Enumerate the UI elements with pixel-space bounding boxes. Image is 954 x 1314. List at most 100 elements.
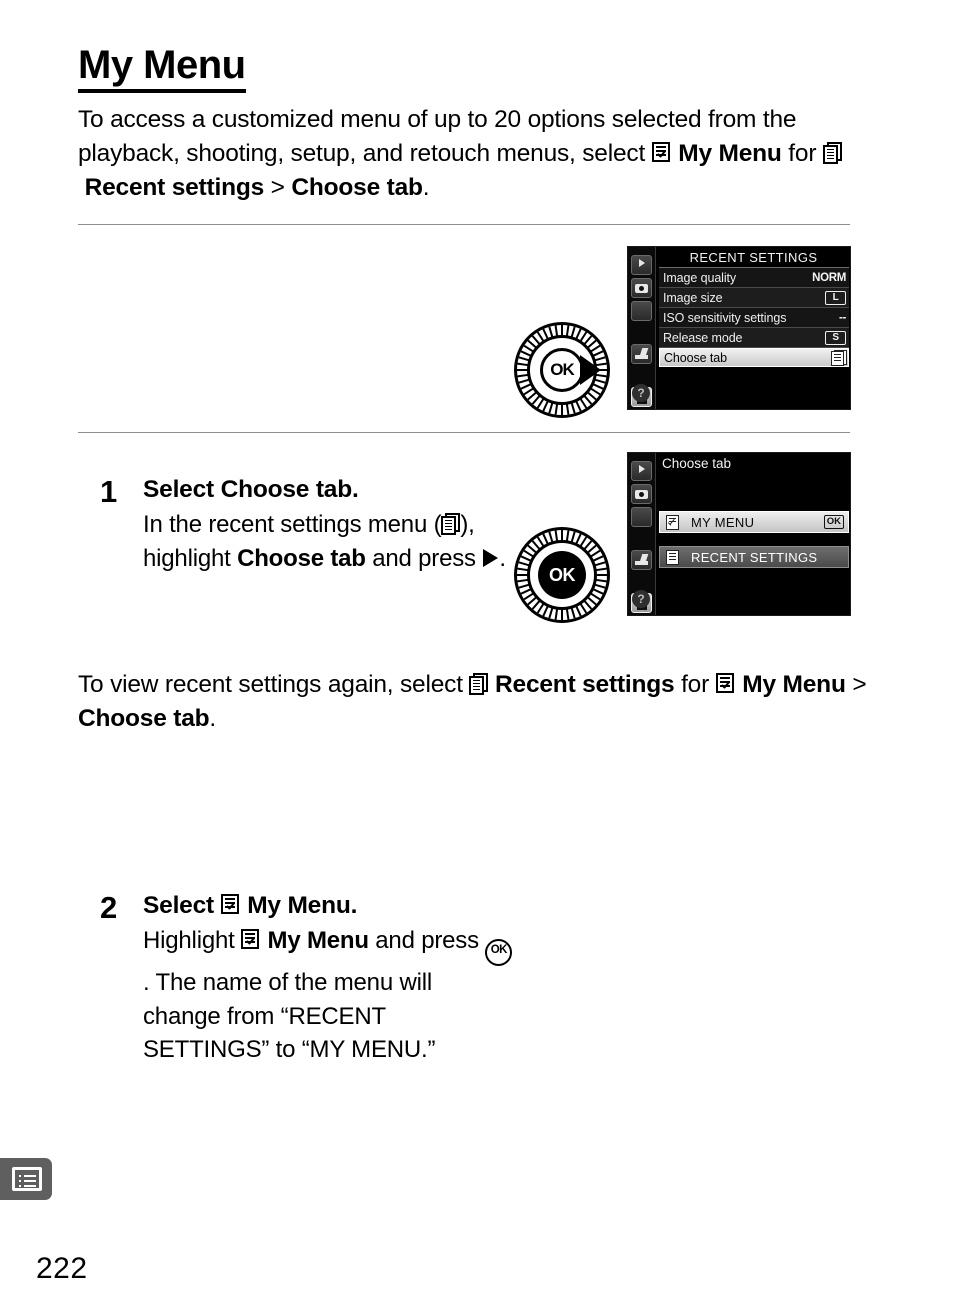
recent-settings-icon <box>823 142 842 164</box>
lcd-sidebar-item-shooting[interactable] <box>631 484 652 504</box>
lcd-sidebar-item-playback[interactable] <box>631 461 652 481</box>
ok-button-icon: OK <box>485 939 512 966</box>
right-arrow-icon <box>483 549 498 567</box>
dial-ok-center: OK <box>540 348 584 392</box>
lcd-sidebar-item-retouch[interactable] <box>631 344 652 364</box>
intro-text-2: for <box>782 140 823 167</box>
page-title-wrap: My Menu <box>78 44 858 93</box>
lcd-menu-row-label: ISO sensitivity settings <box>659 311 786 325</box>
help-icon[interactable]: ? <box>632 384 650 402</box>
outro-bold-choose-tab: Choose tab <box>78 705 209 732</box>
step-2-text-1: Highlight <box>143 927 241 954</box>
step-1-text: In the recent settings menu (), highligh… <box>143 508 513 575</box>
step-1-text-4: . <box>499 545 505 572</box>
intro-bold-recent-settings: Recent settings <box>85 174 264 201</box>
my-menu-icon <box>716 673 736 695</box>
lcd-menu-row-label: Image size <box>659 291 722 305</box>
lcd-choose-tab-list: MY MENU OK RECENT SETTINGS <box>659 511 849 581</box>
step-1-text-3: and press <box>366 545 483 572</box>
outro-paragraph: To view recent settings again, select Re… <box>78 668 868 736</box>
intro-paragraph: To access a customized menu of up to 20 … <box>78 103 853 205</box>
lcd-sidebar-item-shooting[interactable] <box>631 278 652 298</box>
step-2-heading-bold: My Menu. <box>247 892 357 919</box>
intro-text-4: . <box>423 174 430 201</box>
intro-bold-choose-tab: Choose tab <box>291 174 422 201</box>
step-1-text-1: In the recent settings menu ( <box>143 511 441 538</box>
outro-bold-my-menu: My Menu <box>742 671 845 698</box>
lcd-menu-row-value: L <box>825 291 846 305</box>
release-mode-box-icon: S <box>825 331 846 345</box>
lcd-title-recent-settings: RECENT SETTINGS <box>655 250 851 265</box>
lcd-menu-row[interactable]: Release mode S <box>659 328 849 348</box>
lcd-title-choose-tab: Choose tab <box>655 456 851 471</box>
my-menu-icon <box>665 514 683 531</box>
lcd-option-my-menu[interactable]: MY MENU OK <box>659 511 849 533</box>
lcd-menu-row-value <box>830 350 845 366</box>
choose-tab-doc-icon <box>831 351 844 366</box>
multi-selector-dial-ok: OK <box>514 527 610 623</box>
intro-bold-my-menu: My Menu <box>678 140 781 167</box>
divider-above-step-1 <box>78 224 850 225</box>
lcd-menu-list: Image quality NORM Image size L ISO sens… <box>659 268 849 367</box>
lcd-menu-row[interactable]: Image size L <box>659 288 849 308</box>
step-2-text: Highlight My Menu and press OK . The name… <box>143 924 513 1067</box>
lcd-menu-row[interactable]: ISO sensitivity settings -- <box>659 308 849 328</box>
lcd-menu-row-label: Choose tab <box>660 351 727 365</box>
lcd-screen-recent-settings: ⑕ ? RECENT SETTINGS Image quality NORM I… <box>627 246 851 410</box>
help-icon[interactable]: ? <box>632 590 650 608</box>
dial-ok-center: OK <box>538 551 586 599</box>
recent-settings-icon <box>665 549 683 566</box>
recent-settings-icon <box>469 673 488 695</box>
step-2-body: Select My Menu. Highlight My Menu and pr… <box>143 890 513 1067</box>
my-menu-icon <box>652 142 672 164</box>
lcd-menu-row[interactable]: Image quality NORM <box>659 268 849 288</box>
lcd-sidebar-item-retouch[interactable] <box>631 550 652 570</box>
my-menu-icon <box>241 929 261 951</box>
lcd-sidebar-item-setup[interactable]: ⑕ <box>631 301 652 321</box>
recent-settings-icon <box>441 513 460 535</box>
step-2-number: 2 <box>100 892 117 923</box>
lcd-menu-row-value: S <box>825 331 846 345</box>
intro-text-3: > <box>264 174 291 201</box>
step-2-text-3: . The name of the menu will change from … <box>143 969 435 1063</box>
divider-above-step-2 <box>78 432 850 433</box>
multi-selector-dial-right: OK <box>514 322 610 418</box>
step-2-text-2: and press <box>369 927 486 954</box>
outro-text-4: . <box>209 705 216 732</box>
lcd-option-recent-settings[interactable]: RECENT SETTINGS <box>659 546 849 568</box>
outro-text-3: > <box>846 671 867 698</box>
outro-bold-recent-settings: Recent settings <box>495 671 674 698</box>
step-1-heading-bold: Choose tab. <box>221 476 359 503</box>
my-menu-icon <box>221 894 241 916</box>
step-1-number: 1 <box>100 476 117 507</box>
lcd-screen-choose-tab: ⑕ ? Choose tab MY MENU OK RECENT SETTING… <box>627 452 851 616</box>
lcd-sidebar-item-setup[interactable]: ⑕ <box>631 507 652 527</box>
step-2-heading-plain: Select <box>143 892 221 919</box>
lcd-sidebar: ⑕ ? <box>628 453 656 615</box>
step-1-heading-plain: Select <box>143 476 221 503</box>
menu-list-icon <box>12 1167 42 1191</box>
ok-badge-icon: OK <box>824 515 844 529</box>
lcd-sidebar: ⑕ ? <box>628 247 656 409</box>
outro-text-1: To view recent settings again, select <box>78 671 469 698</box>
image-size-box-icon: L <box>825 291 846 305</box>
manual-page: My Menu To access a customized menu of u… <box>0 0 954 1314</box>
step-2-text-bold: My Menu <box>268 927 369 954</box>
step-1-body: Select Choose tab. In the recent setting… <box>143 474 513 575</box>
page-number: 222 <box>36 1252 88 1286</box>
lcd-menu-row-label: Release mode <box>659 331 742 345</box>
lcd-menu-row-value: -- <box>839 312 846 324</box>
lcd-option-label: RECENT SETTINGS <box>691 550 817 565</box>
lcd-menu-row-label: Image quality <box>659 271 736 285</box>
chapter-tab-marker <box>0 1158 52 1200</box>
step-1-heading: Select Choose tab. <box>143 474 513 506</box>
lcd-sidebar-item-playback[interactable] <box>631 255 652 275</box>
step-2-heading: Select My Menu. <box>143 890 513 922</box>
lcd-option-label: MY MENU <box>691 515 754 530</box>
lcd-menu-row-selected[interactable]: Choose tab <box>659 348 849 367</box>
lcd-menu-row-value: NORM <box>812 272 846 284</box>
outro-text-2: for <box>674 671 715 698</box>
step-1-text-bold: Choose tab <box>237 545 366 572</box>
dial-right-arrow-icon <box>580 355 601 385</box>
page-title: My Menu <box>78 44 246 93</box>
